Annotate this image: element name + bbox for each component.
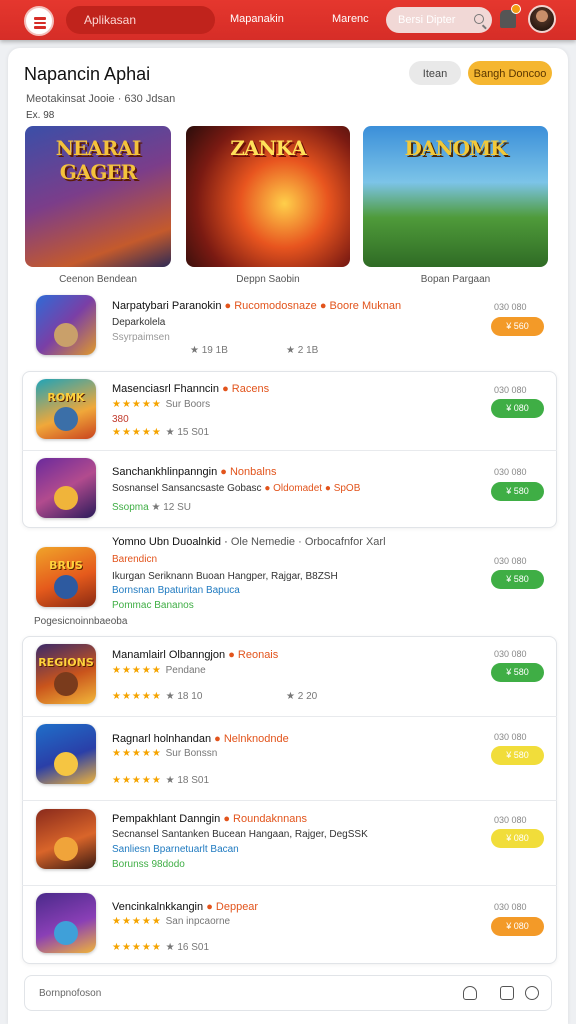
app-rating: ★★★★★ Sur Boors <box>112 399 211 410</box>
row-divider <box>22 450 557 451</box>
featured-banner-2[interactable]: ZANKA <box>186 126 350 267</box>
app-rating: ★★★★★ Sur Bonssn <box>112 748 218 759</box>
app-name[interactable]: Sanchankhlinpanngin ● Nonbalns <box>112 466 276 478</box>
banner-caption: Ceenon Bendean <box>59 274 137 285</box>
app-developer: Sosnansel Sansancsaste Gobasc ● Oldomade… <box>112 483 361 494</box>
app-price: 030 080 <box>494 649 527 659</box>
app-extra: Borunss 98dodo <box>112 859 185 870</box>
page-meta: Meotakinsat Jooie · 630 Jdsan <box>26 93 176 105</box>
app-rating: ★ 19 1B <box>190 345 228 356</box>
app-detail: 380 <box>112 414 129 425</box>
app-category: Sanliesn Bparnetuarlt Bacan <box>112 844 239 855</box>
app-category: Bornsnan Bpaturitan Bapuca <box>112 585 240 596</box>
get-app-button[interactable]: ¥ 580 <box>491 663 544 682</box>
app-rating-secondary: ★ 2 20 <box>286 691 318 702</box>
get-app-button[interactable]: ¥ 580 <box>491 482 544 501</box>
app-category: Ssopma ★ 12 SU <box>112 502 192 513</box>
get-app-button[interactable]: ¥ 080 <box>491 829 544 848</box>
app-rating-detail: ★★★★★ ★ 16 S01 <box>112 942 210 953</box>
row-divider <box>22 716 557 717</box>
app-switcher[interactable]: Aplikasan <box>66 6 215 34</box>
app-developer: Secnansel Santanken Bucean Hangaan, Rajg… <box>112 829 368 840</box>
message-icon[interactable] <box>500 986 514 1000</box>
footer-bar: Bornpnofoson <box>24 975 552 1011</box>
featured-banner-1[interactable]: NEARAI GAGER <box>25 126 171 267</box>
page-meta-secondary: Ex. 98 <box>26 110 55 121</box>
app-price: 030 080 <box>494 302 527 312</box>
app-name[interactable]: Ragnarl holnhandan ● Nelnknodnde <box>112 733 289 745</box>
app-name[interactable]: Vencinkalnkkangin ● Deppear <box>112 901 258 913</box>
search-input[interactable]: Bersi Dipter <box>386 7 492 33</box>
banner-title: ZANKA <box>230 136 307 160</box>
app-rating: ★★★★★ San inpcaorne <box>112 916 231 927</box>
app-icon[interactable]: REGIONS <box>36 644 96 704</box>
notification-badge <box>511 4 521 14</box>
app-price: 030 080 <box>494 385 527 395</box>
app-rating: ★★★★★ Pendane <box>112 665 206 676</box>
app-name[interactable]: Pempakhlant Danngin ● Roundaknnans <box>112 813 307 825</box>
get-app-button[interactable]: ¥ 580 <box>491 746 544 765</box>
filter-button[interactable]: Itean <box>409 61 461 85</box>
settings-icon[interactable] <box>525 986 539 1000</box>
primary-action-button[interactable]: Bangh Doncoo <box>468 61 552 85</box>
app-icon[interactable] <box>36 809 96 869</box>
banner-caption: Bopan Pargaan <box>420 274 491 285</box>
row-divider <box>22 885 557 886</box>
top-bar: Aplikasan Mapanakin Marenc Bersi Dipter <box>0 0 576 40</box>
app-tag: Barendicn <box>112 554 158 565</box>
app-rating-secondary: ★ 2 1B <box>286 345 319 356</box>
get-app-button[interactable]: ¥ 080 <box>491 399 544 418</box>
app-price: 030 080 <box>494 556 527 566</box>
app-price: 030 080 <box>494 902 527 912</box>
app-category: Ssyrpaimsen <box>112 332 170 343</box>
app-name[interactable]: Masenciasrl Fhanncin ● Racens <box>112 383 269 395</box>
app-rating-detail: ★★★★★ ★ 18 10 <box>112 691 203 702</box>
app-developer: Deparkolela <box>112 317 166 328</box>
app-price: 030 080 <box>494 467 527 477</box>
search-icon[interactable] <box>474 14 484 24</box>
banner-title: DANOMK <box>404 136 507 160</box>
app-extra: Pommac Bananos <box>112 600 194 611</box>
footer-label: Bornpnofoson <box>39 988 102 999</box>
app-price: 030 080 <box>494 732 527 742</box>
hamburger-menu-icon[interactable] <box>24 6 54 36</box>
get-app-button[interactable]: ¥ 080 <box>491 917 544 936</box>
user-icon[interactable] <box>463 986 477 1000</box>
user-avatar[interactable] <box>528 5 556 33</box>
search-placeholder: Bersi Dipter <box>398 14 456 26</box>
app-rating-detail: ★★★★★ ★ 15 S01 <box>112 427 210 438</box>
page-title: Napancin Aphai <box>24 64 151 84</box>
app-icon[interactable] <box>36 458 96 518</box>
app-icon[interactable]: ROMK <box>36 379 96 439</box>
get-app-button[interactable]: ¥ 580 <box>491 570 544 589</box>
app-icon[interactable]: BRUS <box>36 547 96 607</box>
row-divider <box>22 800 557 801</box>
banner-title: NEARAI GAGER <box>55 136 142 184</box>
featured-banner-3[interactable]: DANOMK <box>363 126 548 267</box>
app-price: 030 080 <box>494 815 527 825</box>
banner-caption: Deppn Saobin <box>236 274 300 285</box>
app-name[interactable]: Narpatybari Paranokin ● Rucomodosnaze ● … <box>112 300 401 312</box>
app-developer: Ikurgan Seriknann Buoan Hangper, Rajgar,… <box>112 571 338 582</box>
app-rating-detail: ★★★★★ ★ 18 S01 <box>112 775 210 786</box>
get-app-button[interactable]: ¥ 560 <box>491 317 544 336</box>
section-label: Pogesicnoinnbaeoba <box>34 616 128 627</box>
nav-link-2[interactable]: Marenc <box>332 13 369 25</box>
app-name[interactable]: Manamlairl Olbanngjon ● Reonais <box>112 649 278 661</box>
nav-link-1[interactable]: Mapanakin <box>230 13 284 25</box>
app-icon[interactable] <box>36 295 96 355</box>
app-name[interactable]: Yomno Ubn Duoalnkid · Ole Nemedie · Orbo… <box>112 536 386 548</box>
app-icon[interactable] <box>36 893 96 953</box>
app-icon[interactable] <box>36 724 96 784</box>
